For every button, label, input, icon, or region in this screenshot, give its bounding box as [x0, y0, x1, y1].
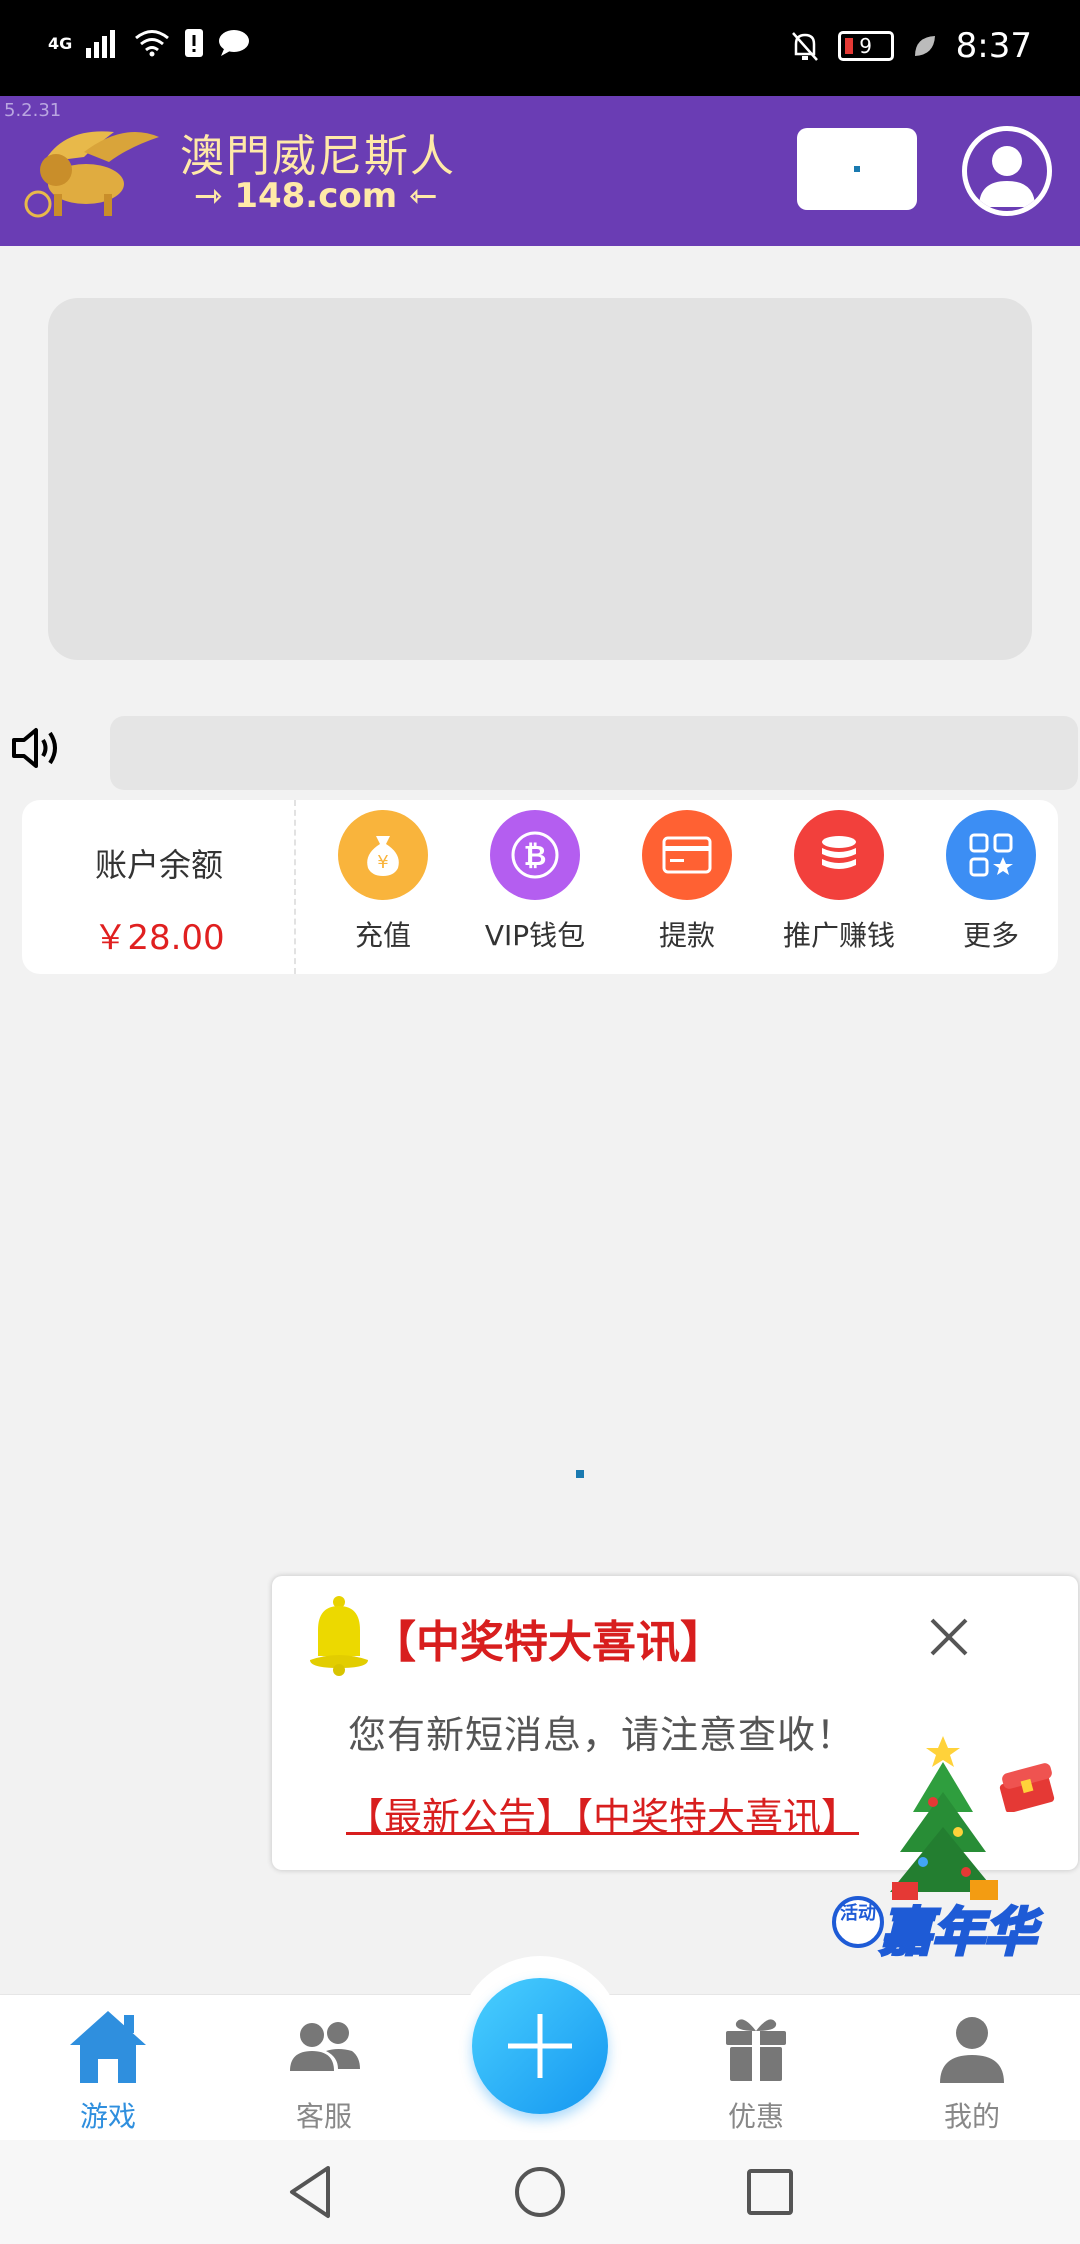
status-left: 4G — [48, 28, 250, 58]
people-icon — [290, 2022, 360, 2071]
bell-icon — [310, 1596, 368, 1676]
popup-message: 您有新短消息，请注意查收！ — [348, 1713, 856, 1757]
leaf-icon — [914, 36, 935, 56]
logo-domain-text: 148.com — [234, 176, 398, 216]
tab-customer-service[interactable]: 客服 — [216, 1995, 432, 2141]
signal-icon — [86, 30, 116, 58]
banner-carousel[interactable] — [48, 298, 1032, 660]
tab-mine-label: 我的 — [943, 2100, 1000, 2133]
tab-mine[interactable]: 我的 — [864, 1995, 1080, 2141]
profile-avatar-button[interactable] — [962, 126, 1052, 216]
home-circle-icon[interactable] — [508, 2160, 572, 2224]
network-type: 4G — [48, 33, 73, 53]
brand-logo[interactable]: 澳門威尼斯人 ⇾ 148.com ⇽ — [24, 118, 464, 228]
card-icon — [642, 810, 732, 900]
quick-actions-card: 账户余额 ￥28.00 ¥ 充值 ₿ VIP钱包 提款 推广赚钱 更多 — [22, 800, 1058, 974]
popup-title: 【中奖特大喜讯】 — [372, 1617, 724, 1668]
tab-games[interactable]: 游戏 — [0, 1995, 216, 2141]
loading-indicator — [576, 1470, 584, 1478]
svg-text:₿: ₿ — [524, 839, 547, 872]
status-right: 9 8:37 — [790, 26, 1032, 66]
recents-icon[interactable] — [738, 2160, 802, 2224]
balance-label: 账户余额 — [94, 846, 223, 884]
loading-dot — [854, 166, 860, 172]
battery-icon: 9 — [837, 31, 894, 61]
coins-icon — [794, 810, 884, 900]
logo-domain: ⇾ 148.com ⇽ — [194, 176, 438, 216]
avatar-icon — [979, 146, 1035, 207]
close-icon[interactable] — [924, 1612, 974, 1662]
activity-badge: 活动 — [832, 1896, 884, 1948]
clock: 8:37 — [955, 26, 1032, 66]
wifi-icon — [135, 30, 170, 57]
status-bar: 4G 9 8:37 — [0, 0, 1080, 96]
deposit-button[interactable]: ¥ 充值 — [308, 810, 458, 970]
logo-title: 澳門威尼斯人 — [180, 131, 456, 182]
money-bag-icon: ¥ — [338, 810, 428, 900]
message-icon — [219, 30, 250, 56]
announcement-marquee[interactable] — [110, 716, 1078, 790]
tab-promotions[interactable]: 优惠 — [648, 1995, 864, 2141]
sim-alert-icon — [185, 29, 204, 57]
back-icon[interactable] — [278, 2160, 342, 2224]
grid-icon — [946, 810, 1036, 900]
header-action-button[interactable] — [797, 128, 917, 210]
battery-level: 9 — [859, 34, 872, 58]
treasure-chest-icon — [999, 1763, 1055, 1812]
bitcoin-icon: ₿ — [490, 810, 580, 900]
carnival-floating-button[interactable]: 活动 嘉年华 — [828, 1732, 1064, 1968]
mute-bell-icon — [791, 32, 818, 61]
balance-value: ￥28.00 — [93, 918, 225, 958]
christmas-tree-icon — [890, 1736, 998, 1900]
winged-lion-icon — [24, 131, 159, 218]
user-icon — [940, 2017, 1004, 2083]
system-nav-bar — [0, 2140, 1080, 2244]
more-label: 更多 — [962, 919, 1019, 952]
vip-wallet-button[interactable]: ₿ VIP钱包 — [460, 810, 610, 970]
speaker-icon — [12, 728, 57, 768]
account-balance[interactable]: 账户余额 ￥28.00 — [22, 800, 296, 974]
gift-icon — [726, 2019, 786, 2081]
notice-row — [0, 712, 1080, 792]
svg-text:¥: ¥ — [377, 852, 388, 873]
tab-promotions-label: 优惠 — [727, 2100, 784, 2133]
popup-announcement-links[interactable]: 【最新公告】【中奖特大喜讯】 — [346, 1786, 859, 1841]
tab-customer-service-label: 客服 — [295, 2100, 352, 2133]
promote-earn-button[interactable]: 推广赚钱 — [764, 810, 914, 970]
withdraw-button[interactable]: 提款 — [612, 810, 762, 970]
more-button[interactable]: 更多 — [916, 810, 1066, 970]
carnival-text: 嘉年华 — [878, 1902, 1037, 1965]
center-plus-button[interactable] — [472, 1978, 608, 2114]
plus-icon — [508, 2014, 572, 2078]
home-icon — [70, 2011, 146, 2083]
app-header: 5.2.31 澳門威尼斯人 ⇾ 148.com ⇽ — [0, 96, 1080, 246]
tab-games-label: 游戏 — [79, 2100, 136, 2133]
